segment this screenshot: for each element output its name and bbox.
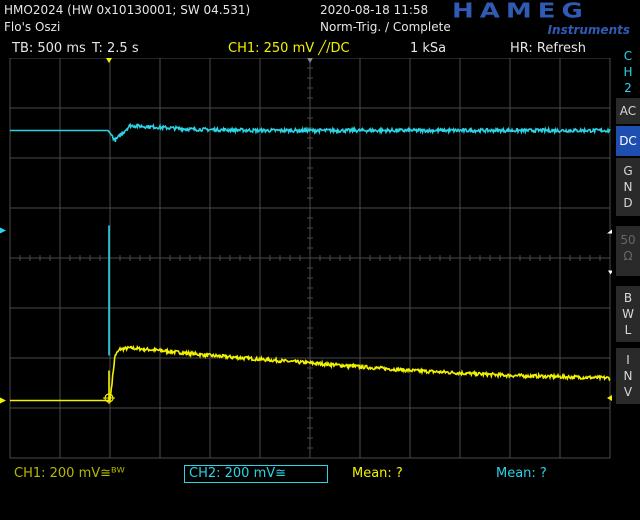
center-marker [307,58,313,63]
ch1-mean-readout: Mean: ? [352,466,403,481]
coupling-dc-button[interactable]: DC [616,126,640,156]
logo-subtitle: Instruments [547,23,630,37]
waveform-display[interactable] [0,58,612,464]
coupling-gnd-button[interactable]: G N D [616,158,640,216]
status-bar: TB: 500 ms T: 2.5 s CH1: 250 mV ╱/DC 1 k… [0,40,612,58]
bwl-button[interactable]: B W L [616,286,640,342]
trigger-position-marker [106,58,112,63]
impedance-50ohm-button[interactable]: 50 Ω [616,226,640,276]
model-info: HMO2024 (HW 0x10130001; SW 04.531) [4,3,251,17]
side-channel-label: C H 2 [616,42,640,95]
hr-refresh-label[interactable]: HR: Refresh [510,41,586,56]
ch2-ground-marker [0,227,6,234]
invert-button[interactable]: I N V [616,348,640,404]
coupling-ac-button[interactable]: AC [616,98,640,124]
impedance-label: 50 Ω [620,233,636,263]
logo-text: HAMEG [452,0,589,23]
markers [0,58,612,404]
datetime: 2020-08-18 11:58 [320,3,429,17]
graticule [9,58,611,459]
coupling-gnd-label: G N D [623,164,633,210]
coupling-ac-label: AC [619,104,637,118]
ch1-scale-label[interactable]: CH1: 200 mV≅ᴮᵂ [14,466,125,481]
side-ch2-text: C H 2 [623,49,633,95]
trigger-status: Norm-Trig. / Complete [320,20,451,34]
time-offset-label[interactable]: T: 2.5 s [92,41,139,56]
ch2-scale-label[interactable]: CH2: 200 mV≅ [184,465,328,483]
footer-bar: CH1: 200 mV≅ᴮᵂ CH2: 200 mV≅ Mean: ? Mean… [0,464,612,484]
trigger-setting-label[interactable]: CH1: 250 mV ╱/DC [228,41,350,56]
bwl-label: B W L [622,291,634,337]
ch1-ground-marker [0,397,6,404]
scope-name: Flo's Oszi [4,20,61,34]
hameg-logo: HAMEG Instruments [452,0,630,37]
invert-label: I N V [623,353,633,399]
timebase-label[interactable]: TB: 500 ms [12,41,86,56]
coupling-dc-label: DC [619,134,637,148]
ch2-mean-readout: Mean: ? [496,466,547,481]
sample-rate-label: 1 kSa [410,41,447,56]
